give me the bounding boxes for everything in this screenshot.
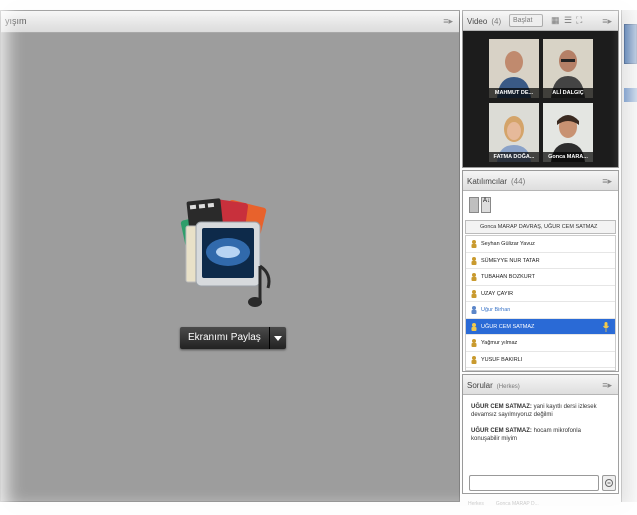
- fullscreen-icon[interactable]: ⛶: [576, 15, 582, 26]
- question-message: UĞUR CEM SATMAZ: yani kayıtlı dersi izle…: [471, 403, 610, 419]
- attendee-list: Seyhan Gülizar Yavuz SÜMEYYE NUR TATAR T…: [465, 235, 616, 371]
- video-tile[interactable]: ALİ DALGIÇ: [543, 39, 593, 98]
- attendee-name: Uğur Birhan: [481, 307, 511, 313]
- attendee-name: Yağmur yılmaz: [481, 340, 518, 346]
- attendee-name: YUSUF BAKIRLI: [481, 356, 523, 363]
- active-speakers: Gonca MARAP DAVRAŞ, UĞUR CEM SATMAZ: [480, 224, 598, 230]
- video-pod: Video (4) Başlat ▦ ☰ ⛶ ≡▸ MAHMUT DE... A…: [462, 10, 619, 168]
- participant-name: Gonca MARA...: [543, 152, 593, 162]
- video-pod-title: Video: [467, 17, 488, 26]
- user-icon: [471, 240, 477, 248]
- question-message: UĞUR CEM SATMAZ: hocam mikrofonla konuşa…: [471, 427, 610, 443]
- share-screen-button[interactable]: Ekranımı Paylaş: [180, 327, 270, 349]
- menu-icon[interactable]: ≡▸: [602, 16, 612, 27]
- attendee-row[interactable]: Yağmur yılmaz: [466, 335, 615, 352]
- attendees-pod: Katılımcılar (44) ≡▸ A↓ Gonca MARAP DAVRA…: [462, 170, 619, 372]
- user-icon: [471, 273, 477, 281]
- question-author: UĞUR CEM SATMAZ:: [471, 404, 532, 410]
- share-options-dropdown[interactable]: [269, 327, 286, 349]
- user-icon: [471, 306, 477, 314]
- attendee-row[interactable]: UZAY ÇAYIR: [466, 286, 615, 302]
- attendee-row-selected[interactable]: UĞUR CEM SATMAZ: [466, 318, 615, 335]
- grid-view-icon[interactable]: ▦: [551, 15, 560, 26]
- attendee-row[interactable]: Seyhan Gülizar Yavuz: [466, 236, 615, 253]
- questions-audience: (Herkes): [496, 384, 520, 390]
- attendee-name: SÜMEYYE NUR TATAR: [481, 257, 540, 264]
- video-tile[interactable]: FATMA DOĞA...: [489, 103, 539, 162]
- side-panel-edge: [621, 10, 637, 502]
- meeting-room: yışım ≡▸ Ekranımı Paylaş Video (4) Başla…: [0, 0, 637, 515]
- video-count: (4): [491, 17, 502, 26]
- menu-icon[interactable]: ≡▸: [602, 176, 612, 187]
- video-grid: MAHMUT DE... ALİ DALGIÇ FATMA DOĞA... Go…: [489, 39, 593, 163]
- attendee-row[interactable]: YUSUF BAKIRLI: [466, 352, 615, 368]
- attendee-name: UZAY ÇAYIR: [481, 290, 514, 297]
- user-icon: [471, 256, 477, 265]
- attendee-count: (44): [511, 177, 526, 186]
- layout-thumbnail[interactable]: [624, 24, 637, 64]
- menu-icon[interactable]: ≡▸: [443, 16, 453, 27]
- attendee-name: TUBAHAN BOZKURT: [481, 274, 535, 280]
- questions-pod: Sorular (Herkes) ≡▸ UĞUR CEM SATMAZ: yani…: [462, 374, 619, 494]
- media-share-icon: [180, 198, 271, 307]
- attendee-row[interactable]: SÜMEYYE NUR TATAR: [466, 253, 615, 269]
- attendee-name: Seyhan Gülizar Yavuz: [481, 241, 535, 247]
- participant-name: MAHMUT DE...: [489, 88, 539, 98]
- share-pod-titlebar: yışım ≡▸: [1, 11, 459, 33]
- attendee-name: UĞUR CEM SATMAZ: [481, 323, 535, 330]
- user-icon: [471, 322, 477, 331]
- questions-pod-title: Sorular: [467, 381, 493, 390]
- attendee-row[interactable]: TUBAHAN BOZKURT: [466, 269, 615, 286]
- menu-icon[interactable]: ≡▸: [602, 380, 612, 391]
- video-tile[interactable]: Gonca MARA...: [543, 103, 593, 162]
- questions-pod-titlebar: Sorular (Herkes) ≡▸: [463, 375, 618, 395]
- questions-list: UĞUR CEM SATMAZ: yani kayıtlı dersi izle…: [465, 397, 616, 473]
- microphone-icon: [603, 321, 609, 332]
- share-button-group: Ekranımı Paylaş: [180, 327, 286, 349]
- question-author: UĞUR CEM SATMAZ:: [471, 428, 532, 434]
- layout-thumbnail[interactable]: [624, 88, 637, 102]
- active-speakers-bar: Gonca MARAP DAVRAŞ, UĞUR CEM SATMAZ: [465, 220, 616, 234]
- video-pod-titlebar: Video (4) Başlat ▦ ☰ ⛶ ≡▸: [463, 11, 618, 31]
- questions-tabs: Herkes Gonca MARAP D...: [462, 497, 619, 511]
- video-tile[interactable]: MAHMUT DE...: [489, 39, 539, 98]
- attendees-pod-titlebar: Katılımcılar (44) ≡▸: [463, 171, 618, 191]
- attendee-toolbar: A↓: [469, 197, 491, 215]
- question-input[interactable]: [469, 475, 599, 491]
- sort-icon[interactable]: A↓: [481, 197, 491, 213]
- user-icon: [471, 355, 477, 364]
- attendees-pod-title: Katılımcılar: [467, 177, 508, 186]
- send-icon[interactable]: [602, 475, 616, 491]
- tab-herkes[interactable]: Herkes: [462, 497, 490, 511]
- user-icon: [471, 339, 477, 347]
- user-icon: [471, 289, 477, 298]
- participant-name: FATMA DOĞA...: [489, 152, 539, 162]
- tab-private[interactable]: Gonca MARAP D...: [490, 497, 545, 511]
- list-view-icon[interactable]: [469, 197, 479, 213]
- participant-name: ALİ DALGIÇ: [543, 88, 593, 98]
- share-pod-title: yışım: [5, 16, 27, 26]
- attendee-row[interactable]: Uğur Birhan: [466, 302, 615, 319]
- start-video-button[interactable]: Başlat: [509, 14, 543, 27]
- list-view-icon[interactable]: ☰: [564, 15, 572, 26]
